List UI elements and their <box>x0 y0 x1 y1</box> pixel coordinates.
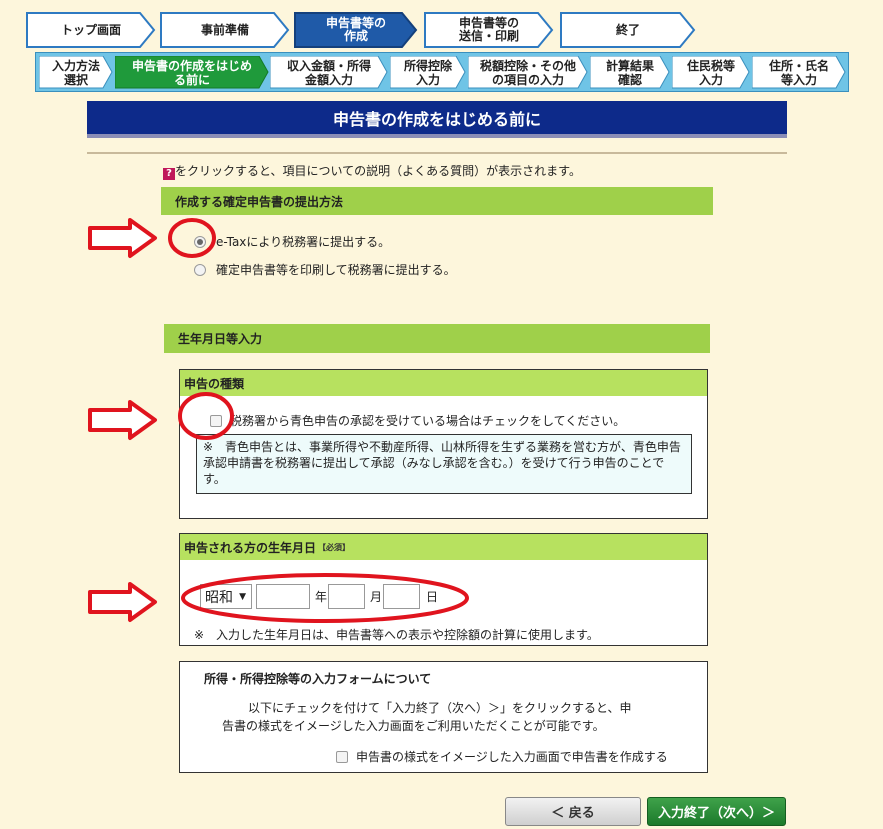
sub-step-label: 収入金額・所得 金額入力 <box>286 58 371 87</box>
step-create-return-label: 申告書等の 作成 <box>325 16 386 43</box>
day-unit: 日 <box>426 590 439 604</box>
birth-day-input[interactable] <box>383 584 420 609</box>
sub-step-income[interactable]: 収入金額・所得 金額入力 <box>270 56 388 89</box>
divider <box>87 152 787 154</box>
sub-step-resident-tax[interactable]: 住民税等 入力 <box>672 56 750 89</box>
sub-step-tax-credit[interactable]: 税額控除・その他 の項目の入力 <box>468 56 588 89</box>
filing-option-print[interactable]: 確定申告書等を印刷して税務署に提出する。 <box>194 261 456 278</box>
form-style-checkbox-label: 申告書の様式をイメージした入力画面で申告書を作成する <box>356 750 668 764</box>
filing-method-header: 作成する確定申告書の提出方法 <box>161 187 713 215</box>
sub-step-label: 入力方法 選択 <box>51 58 100 87</box>
sub-step-label: 計算結果 確認 <box>605 58 654 87</box>
chevron-down-icon: ▼ <box>239 591 246 602</box>
month-unit: 月 <box>370 590 383 604</box>
sub-step-before-start[interactable]: 申告書の作成をはじめ る前に <box>115 56 269 89</box>
filing-option-etax[interactable]: e-Taxにより税務署に提出する。 <box>194 233 390 250</box>
step-send-print[interactable]: 申告書等の 送信・印刷 <box>424 12 554 48</box>
radio-etax-label: e-Taxにより税務署に提出する。 <box>216 235 391 249</box>
help-question-icon[interactable]: ? <box>163 168 175 180</box>
form-info-box: 所得・所得控除等の入力フォームについて 以下にチェックを付けて「入力終了（次へ）… <box>179 661 708 773</box>
form-info-text-2: 告書の様式をイメージした入力画面をご利用いただくことが可能です。 <box>222 719 605 733</box>
back-button[interactable]: ＜ 戻る <box>505 797 641 826</box>
sub-step-deduction[interactable]: 所得控除 入力 <box>390 56 466 89</box>
form-style-checkbox[interactable] <box>336 750 348 763</box>
era-select[interactable]: 昭和 ▼ <box>200 584 252 609</box>
birth-section-header: 生年月日等入力 <box>164 324 710 353</box>
blue-return-note: ※ 青色申告とは、事業所得や不動産所得、山林所得を生ずる業務を営む方が、青色申告… <box>196 434 692 494</box>
blue-return-checkbox[interactable] <box>210 414 222 427</box>
step-preparation[interactable]: 事前準備 <box>160 12 290 48</box>
sub-step-address[interactable]: 住所・氏名 等入力 <box>752 56 846 89</box>
required-badge: 【必須】 <box>318 542 351 552</box>
form-info-text-1: 以下にチェックを付けて「入力終了（次へ）＞」をクリックすると、申 <box>248 701 632 715</box>
sub-step-label: 住所・氏名 等入力 <box>768 58 829 87</box>
annotation-arrow-icon <box>88 582 157 622</box>
blue-return-checkbox-row[interactable]: 税務署から青色申告の承認を受けている場合はチェックをしてください。 <box>210 412 625 429</box>
radio-print[interactable] <box>194 263 206 276</box>
radio-print-label: 確定申告書等を印刷して税務署に提出する。 <box>216 263 456 277</box>
step-create-return[interactable]: 申告書等の 作成 <box>294 12 418 48</box>
step-top[interactable]: トップ画面 <box>26 12 156 48</box>
sub-step-label: 税額控除・その他 の項目の入力 <box>479 58 576 87</box>
radio-etax[interactable] <box>194 235 206 248</box>
form-info-title: 所得・所得控除等の入力フォームについて <box>204 672 432 686</box>
filing-kind-title: 申告の種類 <box>180 370 707 396</box>
sub-step-input-method[interactable]: 入力方法 選択 <box>39 56 113 89</box>
birth-month-input[interactable] <box>328 584 365 609</box>
sub-step-bar: 入力方法 選択 申告書の作成をはじめ る前に 収入金額・所得 金額入力 所得控除… <box>35 52 849 92</box>
birthdate-title: 申告される方の生年月日 【必須】 <box>180 534 707 560</box>
filing-kind-box: 申告の種類 税務署から青色申告の承認を受けている場合はチェックをしてください。 … <box>179 369 708 519</box>
sub-step-label: 所得控除 入力 <box>403 58 452 87</box>
sub-step-label: 申告書の作成をはじめ る前に <box>131 58 252 87</box>
help-note: ? をクリックすると、項目についての説明（よくある質問）が表示されます。 <box>163 162 581 180</box>
step-send-print-label: 申告書等の 送信・印刷 <box>458 16 519 43</box>
annotation-arrow-icon <box>88 400 157 440</box>
era-select-value: 昭和 <box>205 589 233 606</box>
blue-return-checkbox-label: 税務署から青色申告の承認を受けている場合はチェックをしてください。 <box>230 414 626 428</box>
step-preparation-label: 事前準備 <box>200 22 249 37</box>
page-title: 申告書の作成をはじめる前に <box>87 101 787 138</box>
birthdate-note: ※ 入力した生年月日は、申告書等への表示や控除額の計算に使用します。 <box>194 628 599 642</box>
form-style-checkbox-row[interactable]: 申告書の様式をイメージした入力画面で申告書を作成する <box>336 748 668 765</box>
annotation-arrow-icon <box>88 218 157 258</box>
next-button[interactable]: 入力終了（次へ）＞ <box>647 797 786 826</box>
sub-step-label: 住民税等 入力 <box>686 58 735 87</box>
sub-step-result[interactable]: 計算結果 確認 <box>590 56 670 89</box>
year-unit: 年 <box>315 590 328 604</box>
top-step-bar: トップ画面 事前準備 申告書等の 作成 申告書等の 送信・印刷 終了 <box>26 12 696 48</box>
birthdate-box: 申告される方の生年月日 【必須】 昭和 ▼ 年 月 日 ※ 入力した生年月日は、申… <box>179 533 708 646</box>
birthdate-title-text: 申告される方の生年月日 <box>184 540 317 555</box>
step-finish[interactable]: 終了 <box>560 12 696 48</box>
birth-year-input[interactable] <box>256 584 310 609</box>
step-finish-label: 終了 <box>615 22 640 37</box>
step-top-label: トップ画面 <box>60 22 121 37</box>
help-note-text: をクリックすると、項目についての説明（よくある質問）が表示されます。 <box>175 164 581 178</box>
